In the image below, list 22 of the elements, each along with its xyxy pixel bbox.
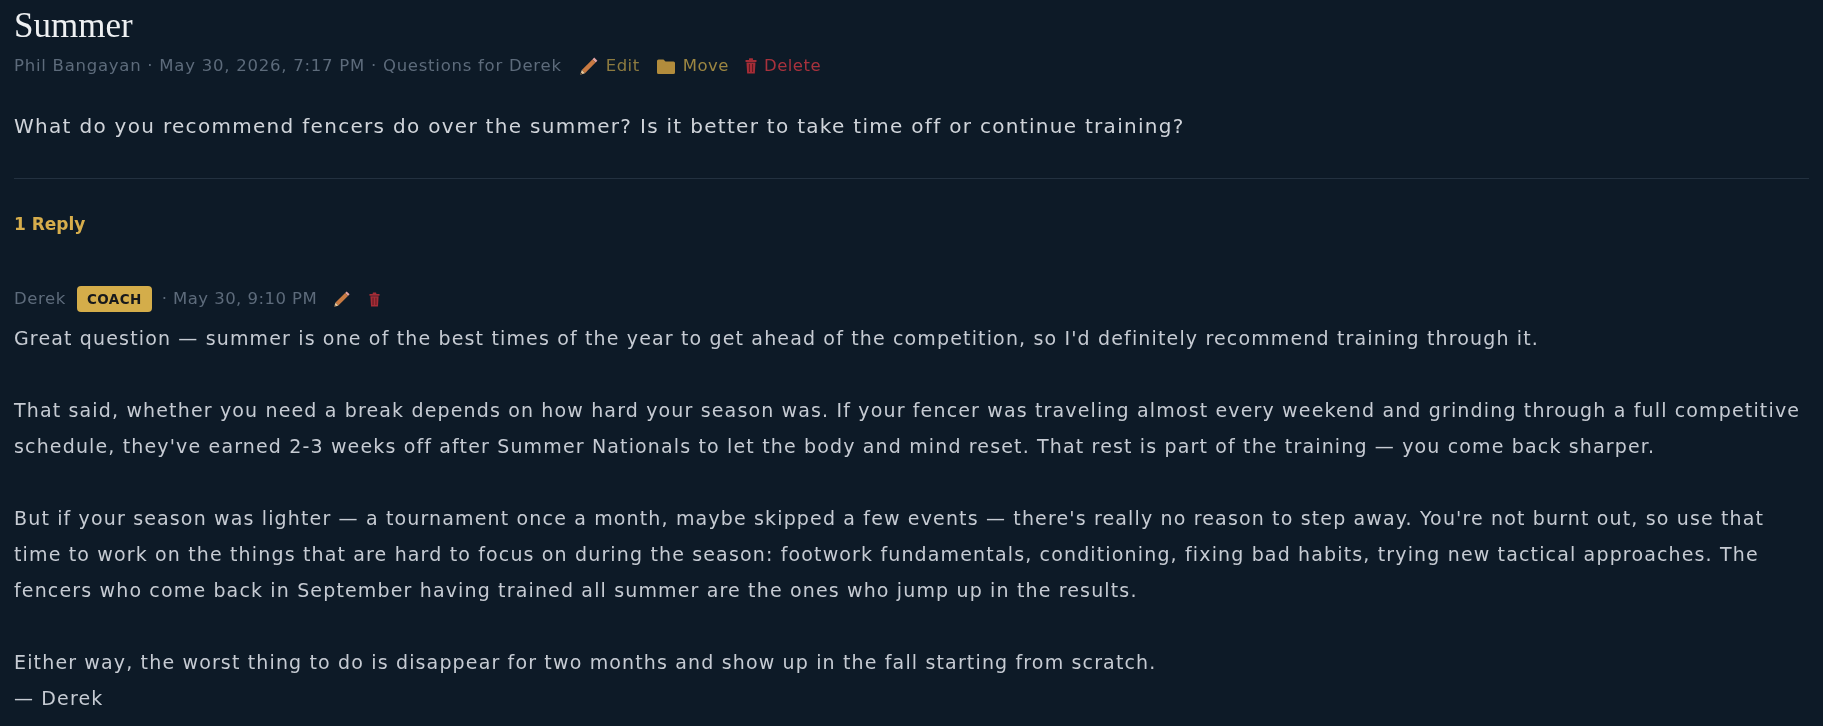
pencil-icon xyxy=(578,56,599,76)
reply-date: · May 30, 9:10 PM xyxy=(161,287,318,310)
trash-icon xyxy=(369,291,381,307)
author-name: Derek xyxy=(14,287,66,310)
post-body: What do you recommend fencers do over the summer? Is it better to take time off or continue training? xyxy=(14,113,1186,140)
reply-count-heading: 1 Reply xyxy=(14,213,87,236)
reply-signature: — Derek xyxy=(14,686,105,711)
role-badge: COACH xyxy=(77,286,152,312)
delete-button[interactable] xyxy=(369,291,381,307)
edit-button[interactable] xyxy=(333,290,352,308)
move-button[interactable]: Move xyxy=(655,54,729,78)
post-title: Summer xyxy=(14,6,134,46)
folder-icon xyxy=(655,57,676,75)
reply-paragraph: Either way, the worst thing to do is disappear for two months and show up in the fall starting from scratch. xyxy=(14,650,1158,675)
pencil-icon xyxy=(333,290,352,308)
post-meta: Phil Bangayan · May 30, 2026, 7:17 PM · Questions for Derek xyxy=(14,55,562,77)
edit-button[interactable]: Edit xyxy=(578,54,640,78)
trash-icon xyxy=(744,58,757,74)
reply-paragraph: That said, whether you need a break depends on how hard your season was. If your fencer was traveling almost every weekend and grinding through a full competitive schedule, they've earned 2-3 weeks off after Summer Nationals to let the body and mind reset. That rest is part of the training — you come back sharper. xyxy=(14,398,1802,459)
reply-paragraph: Great question — summer is one of the best times of the year to get ahead of the competition, so I'd definitely recommend training through it. xyxy=(14,326,1540,351)
reply-paragraph: But if your season was lighter — a tournament once a month, maybe skipped a few events — there's really no reason to step away. You're not burnt out, so use that time to work on the things that are hard to focus on during the season: footwork fundamentals, conditioning, fixing bad habits, trying new tactical approaches. The fencers who come back in September having trained all summer are the ones who jump up in the results. xyxy=(14,506,1766,603)
delete-button[interactable]: Delete xyxy=(744,54,822,78)
